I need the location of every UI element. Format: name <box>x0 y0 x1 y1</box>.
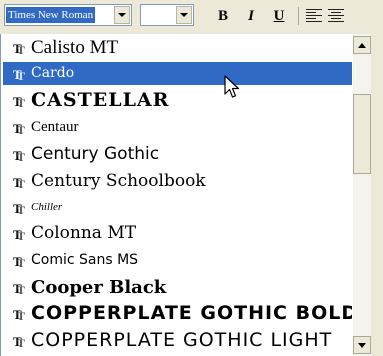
scroll-down-button[interactable] <box>353 336 371 354</box>
font-item-label: Calisto MT <box>31 37 119 58</box>
font-item-comic-sans-ms[interactable]: TT Comic Sans MS <box>3 249 352 272</box>
font-item-label: Cooper Black <box>31 277 167 298</box>
truetype-font-icon: TT <box>13 148 26 164</box>
font-item-label: CASTELLAR <box>31 89 170 111</box>
font-size-combo[interactable] <box>140 4 194 26</box>
italic-button[interactable]: I <box>240 6 262 26</box>
font-item-copperplate-gothic-light[interactable]: TT COPPERPLATE GOTHIC LIGHT <box>3 329 352 352</box>
font-item-label: Cardo <box>31 65 75 81</box>
bold-button[interactable]: B <box>212 6 234 26</box>
font-item-century-schoolbook[interactable]: TT Century Schoolbook <box>3 170 352 193</box>
font-item-label: COPPERPLATE GOTHIC BOLD <box>31 302 352 324</box>
font-item-label: Centaur <box>31 119 79 135</box>
font-name-combo[interactable]: Times New Roman <box>4 4 132 26</box>
font-item-chiller[interactable]: TT Chiller <box>3 196 352 219</box>
truetype-font-icon: TT <box>13 281 26 297</box>
underline-button[interactable]: U <box>268 6 290 26</box>
chevron-down-icon <box>180 13 188 17</box>
font-item-colonna-mt[interactable]: TT Colonna MT <box>3 222 352 245</box>
truetype-font-icon: TT <box>13 94 26 110</box>
font-item-label: Century Schoolbook <box>31 171 206 191</box>
font-size-dropdown-button[interactable] <box>176 6 192 24</box>
window-edge <box>371 34 383 356</box>
font-item-centaur[interactable]: TT Centaur <box>3 116 352 139</box>
truetype-font-icon: TT <box>13 67 26 83</box>
vertical-scrollbar[interactable] <box>353 34 371 356</box>
font-item-copperplate-gothic-bold[interactable]: TT COPPERPLATE GOTHIC BOLD <box>3 302 352 325</box>
font-item-label: Colonna MT <box>31 223 137 243</box>
scroll-up-button[interactable] <box>353 36 371 54</box>
scrollbar-thumb[interactable] <box>353 94 371 174</box>
align-left-icon[interactable] <box>306 9 322 22</box>
truetype-font-icon: TT <box>13 41 26 57</box>
font-item-castellar[interactable]: TT CASTELLAR <box>3 89 352 112</box>
truetype-font-icon: TT <box>13 201 26 217</box>
truetype-font-icon: TT <box>13 175 26 191</box>
arrow-down-icon <box>358 342 366 348</box>
mouse-pointer-icon <box>224 75 240 98</box>
font-item-label: COPPERPLATE GOTHIC LIGHT <box>31 329 333 351</box>
truetype-font-icon: TT <box>13 227 26 243</box>
toolbar-separator <box>298 7 299 25</box>
font-name-dropdown-button[interactable] <box>114 6 130 24</box>
font-item-label: Comic Sans MS <box>31 252 139 268</box>
truetype-font-icon: TT <box>13 121 26 137</box>
chevron-down-icon <box>118 13 126 17</box>
truetype-font-icon: TT <box>13 254 26 270</box>
font-item-cardo[interactable]: TT Cardo <box>3 62 352 85</box>
font-dropdown-list[interactable]: TT Calisto MT TT Cardo TT CASTELLAR TT C… <box>0 34 383 356</box>
font-item-century-gothic[interactable]: TT Century Gothic <box>3 143 352 166</box>
arrow-up-icon <box>358 42 366 48</box>
font-item-label: Chiller <box>31 201 63 213</box>
font-name-value[interactable]: Times New Roman <box>6 7 96 23</box>
font-item-cooper-black[interactable]: TT Cooper Black <box>3 276 352 299</box>
font-item-calisto-mt[interactable]: TT Calisto MT <box>3 36 352 59</box>
align-center-icon[interactable] <box>328 9 344 22</box>
formatting-toolbar: Times New Roman B I U <box>0 0 383 34</box>
truetype-font-icon: TT <box>13 307 26 323</box>
font-item-label: Century Gothic <box>31 144 160 164</box>
truetype-font-icon: TT <box>13 334 26 350</box>
